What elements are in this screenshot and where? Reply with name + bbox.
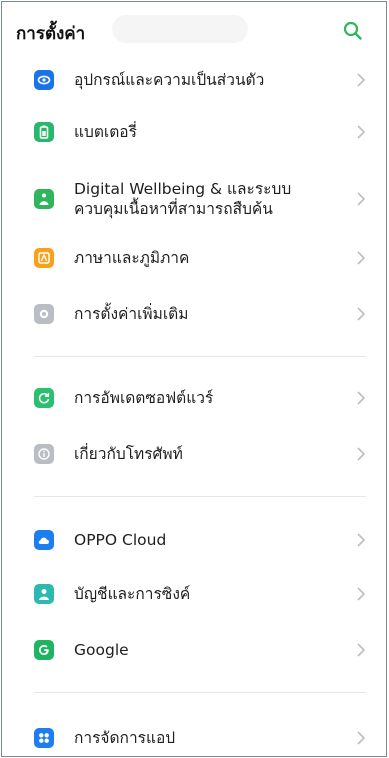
- about-icon: [34, 444, 54, 464]
- divider: [34, 356, 366, 357]
- settings-item-label: แบตเตอรี่: [74, 123, 137, 141]
- privacy-icon: [34, 70, 54, 90]
- settings-item-google[interactable]: Google: [2, 626, 386, 674]
- divider: [34, 692, 366, 693]
- battery-icon: [34, 122, 54, 142]
- google-icon: [34, 640, 54, 660]
- settings-screen: การตั้งค่า อุปกรณ์และความเป็นส่วนตัว แบต…: [1, 1, 387, 757]
- divider: [34, 496, 366, 497]
- cloud-icon: [34, 530, 54, 550]
- chevron-right-icon: [357, 447, 366, 461]
- settings-item-digital-wellbeing[interactable]: Digital Wellbeing & และระบบควบคุมเนื้อหา…: [2, 168, 386, 230]
- chevron-right-icon: [357, 587, 366, 601]
- chevron-right-icon: [357, 533, 366, 547]
- update-icon: [34, 388, 54, 408]
- settings-item-accounts-sync[interactable]: บัญชีและการซิงค์: [2, 570, 386, 618]
- chevron-right-icon: [357, 125, 366, 139]
- settings-item-label: Digital Wellbeing & และระบบควบคุมเนื้อหา…: [74, 180, 292, 218]
- settings-item-software-update[interactable]: การอัพเดตซอฟต์แวร์: [2, 374, 386, 422]
- wellbeing-icon: [34, 189, 54, 209]
- settings-item-label: อุปกรณ์และความเป็นส่วนตัว: [74, 71, 265, 89]
- language-icon: [34, 248, 54, 268]
- page-title: การตั้งค่า: [16, 24, 86, 44]
- settings-item-label: การตั้งค่าเพิ่มเติม: [74, 305, 189, 323]
- header: การตั้งค่า: [2, 2, 386, 56]
- chevron-right-icon: [357, 643, 366, 657]
- settings-item-privacy[interactable]: อุปกรณ์และความเป็นส่วนตัว: [2, 56, 386, 104]
- settings-item-label: ภาษาและภูมิภาค: [74, 249, 190, 267]
- settings-item-label: เกี่ยวกับโทรศัพท์: [74, 445, 183, 463]
- chevron-right-icon: [357, 192, 366, 206]
- settings-item-label: บัญชีและการซิงค์: [74, 585, 191, 603]
- settings-item-battery[interactable]: แบตเตอรี่: [2, 108, 386, 156]
- settings-item-oppo-cloud[interactable]: OPPO Cloud: [2, 516, 386, 564]
- chevron-right-icon: [357, 73, 366, 87]
- settings-item-about-phone[interactable]: เกี่ยวกับโทรศัพท์: [2, 430, 386, 478]
- settings-item-app-management[interactable]: การจัดการแอป: [2, 714, 386, 756]
- accounts-icon: [34, 584, 54, 604]
- apps-icon: [34, 728, 54, 748]
- settings-item-label: Google: [74, 641, 129, 659]
- settings-item-language[interactable]: ภาษาและภูมิภาค: [2, 234, 386, 282]
- chevron-right-icon: [357, 307, 366, 321]
- settings-item-label: การจัดการแอป: [74, 729, 176, 747]
- search-icon[interactable]: [342, 20, 364, 42]
- chevron-right-icon: [357, 251, 366, 265]
- more-settings-icon: [34, 304, 54, 324]
- chevron-right-icon: [357, 731, 366, 745]
- settings-item-more-settings[interactable]: การตั้งค่าเพิ่มเติม: [2, 290, 386, 338]
- search-hint-bar: [112, 15, 248, 43]
- settings-item-label: OPPO Cloud: [74, 531, 167, 549]
- chevron-right-icon: [357, 391, 366, 405]
- settings-item-label: การอัพเดตซอฟต์แวร์: [74, 389, 214, 407]
